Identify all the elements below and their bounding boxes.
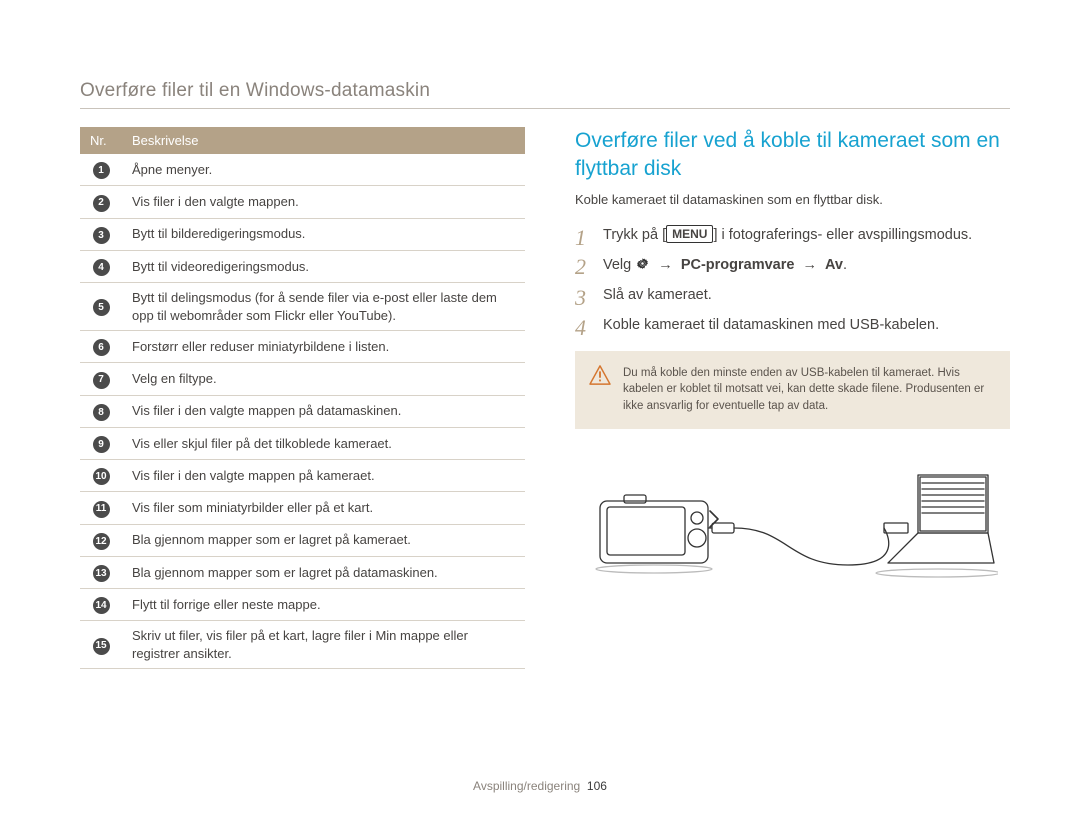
row-number-cell: 2	[80, 186, 122, 218]
th-nr: Nr.	[80, 127, 122, 154]
table-row: 15 Skriv ut filer, vis filer på et kart, …	[80, 621, 525, 669]
row-desc-cell: Bla gjennom mapper som er lagret på data…	[122, 556, 525, 588]
row-number-cell: 3	[80, 218, 122, 250]
row-desc-cell: Vis filer som miniatyrbilder eller på et…	[122, 492, 525, 524]
step2-path-a: PC-programvare	[681, 257, 795, 273]
row-number-cell: 13	[80, 556, 122, 588]
table-row: 11 Vis filer som miniatyrbilder eller på …	[80, 492, 525, 524]
description-table: Nr. Beskrivelse 1 Åpne menyer. 2 Vis filer …	[80, 127, 525, 669]
footer-section: Avspilling/redigering	[473, 779, 580, 793]
warning-note: Du må koble den minste enden av USB-kabe…	[575, 351, 1010, 429]
row-number-cell: 9	[80, 427, 122, 459]
row-number-cell: 6	[80, 331, 122, 363]
row-desc-cell: Velg en filtype.	[122, 363, 525, 395]
number-badge: 7	[93, 372, 110, 389]
row-number-cell: 8	[80, 395, 122, 427]
number-badge: 15	[93, 638, 110, 655]
number-badge: 5	[93, 299, 110, 316]
page-title: Overføre filer til en Windows-datamaskin	[80, 80, 1010, 109]
row-number-cell: 15	[80, 621, 122, 669]
table-row: 2 Vis filer i den valgte mappen.	[80, 186, 525, 218]
row-number-cell: 4	[80, 250, 122, 282]
row-desc-cell: Vis filer i den valgte mappen.	[122, 186, 525, 218]
usb-illustration	[575, 455, 1010, 595]
note-text: Du må koble den minste enden av USB-kabe…	[623, 367, 984, 412]
row-desc-cell: Bytt til videoredigeringsmodus.	[122, 250, 525, 282]
warning-icon	[589, 365, 611, 391]
row-number-cell: 14	[80, 589, 122, 621]
number-badge: 1	[93, 162, 110, 179]
number-badge: 11	[93, 501, 110, 518]
step2-pre: Velg	[603, 257, 635, 273]
menu-button-label: MENU	[666, 225, 713, 243]
row-desc-cell: Vis eller skjul filer på det tilkoblede …	[122, 427, 525, 459]
step-1: Trykk på [MENU] i fotograferings- eller …	[575, 225, 1010, 247]
row-desc-cell: Bla gjennom mapper som er lagret på kame…	[122, 524, 525, 556]
table-row: 3 Bytt til bilderedigeringsmodus.	[80, 218, 525, 250]
footer-page: 106	[587, 779, 607, 793]
table-row: 7 Velg en filtype.	[80, 363, 525, 395]
table-row: 14 Flytt til forrige eller neste mappe.	[80, 589, 525, 621]
gear-icon	[635, 256, 650, 271]
table-row: 4 Bytt til videoredigeringsmodus.	[80, 250, 525, 282]
step-2: Velg → PC-programvare → Av.	[575, 254, 1010, 277]
row-desc-cell: Bytt til bilderedigeringsmodus.	[122, 218, 525, 250]
row-desc-cell: Bytt til delingsmodus (for å sende filer…	[122, 283, 525, 331]
table-row: 6 Forstørr eller reduser miniatyrbildene …	[80, 331, 525, 363]
section-intro: Koble kameraet til datamaskinen som en f…	[575, 192, 1010, 207]
table-row: 1 Åpne menyer.	[80, 154, 525, 186]
row-desc-cell: Vis filer i den valgte mappen på kamerae…	[122, 460, 525, 492]
row-number-cell: 7	[80, 363, 122, 395]
row-number-cell: 1	[80, 154, 122, 186]
arrow-icon: →	[802, 257, 817, 273]
page-footer: Avspilling/redigering 106	[0, 779, 1080, 793]
steps-list: Trykk på [MENU] i fotograferings- eller …	[575, 225, 1010, 337]
section-title: Overføre filer ved å koble til kameraet …	[575, 127, 1010, 184]
number-badge: 13	[93, 565, 110, 582]
number-badge: 10	[93, 468, 110, 485]
table-row: 5 Bytt til delingsmodus (for å sende file…	[80, 283, 525, 331]
row-desc-cell: Flytt til forrige eller neste mappe.	[122, 589, 525, 621]
number-badge: 6	[93, 339, 110, 356]
row-desc-cell: Vis filer i den valgte mappen på datamas…	[122, 395, 525, 427]
row-number-cell: 5	[80, 283, 122, 331]
row-number-cell: 12	[80, 524, 122, 556]
table-row: 12 Bla gjennom mapper som er lagret på ka…	[80, 524, 525, 556]
number-badge: 4	[93, 259, 110, 276]
table-row: 9 Vis eller skjul filer på det tilkoblede…	[80, 427, 525, 459]
arrow-icon: →	[658, 257, 673, 273]
number-badge: 8	[93, 404, 110, 421]
step-4: Koble kameraet til datamaskinen med USB-…	[575, 315, 1010, 337]
table-row: 8 Vis filer i den valgte mappen på datama…	[80, 395, 525, 427]
row-desc-cell: Skriv ut filer, vis filer på et kart, la…	[122, 621, 525, 669]
number-badge: 3	[93, 227, 110, 244]
step1-post: ] i fotograferings- eller avspillingsmod…	[713, 227, 972, 243]
table-row: 10 Vis filer i den valgte mappen på kamer…	[80, 460, 525, 492]
step-3: Slå av kameraet.	[575, 285, 1010, 307]
row-desc-cell: Forstørr eller reduser miniatyrbildene i…	[122, 331, 525, 363]
number-badge: 9	[93, 436, 110, 453]
th-desc: Beskrivelse	[122, 127, 525, 154]
number-badge: 14	[93, 597, 110, 614]
number-badge: 2	[93, 195, 110, 212]
step1-pre: Trykk på [	[603, 227, 666, 243]
row-number-cell: 11	[80, 492, 122, 524]
row-number-cell: 10	[80, 460, 122, 492]
number-badge: 12	[93, 533, 110, 550]
step2-path-b: Av	[825, 257, 843, 273]
table-row: 13 Bla gjennom mapper som er lagret på da…	[80, 556, 525, 588]
row-desc-cell: Åpne menyer.	[122, 154, 525, 186]
